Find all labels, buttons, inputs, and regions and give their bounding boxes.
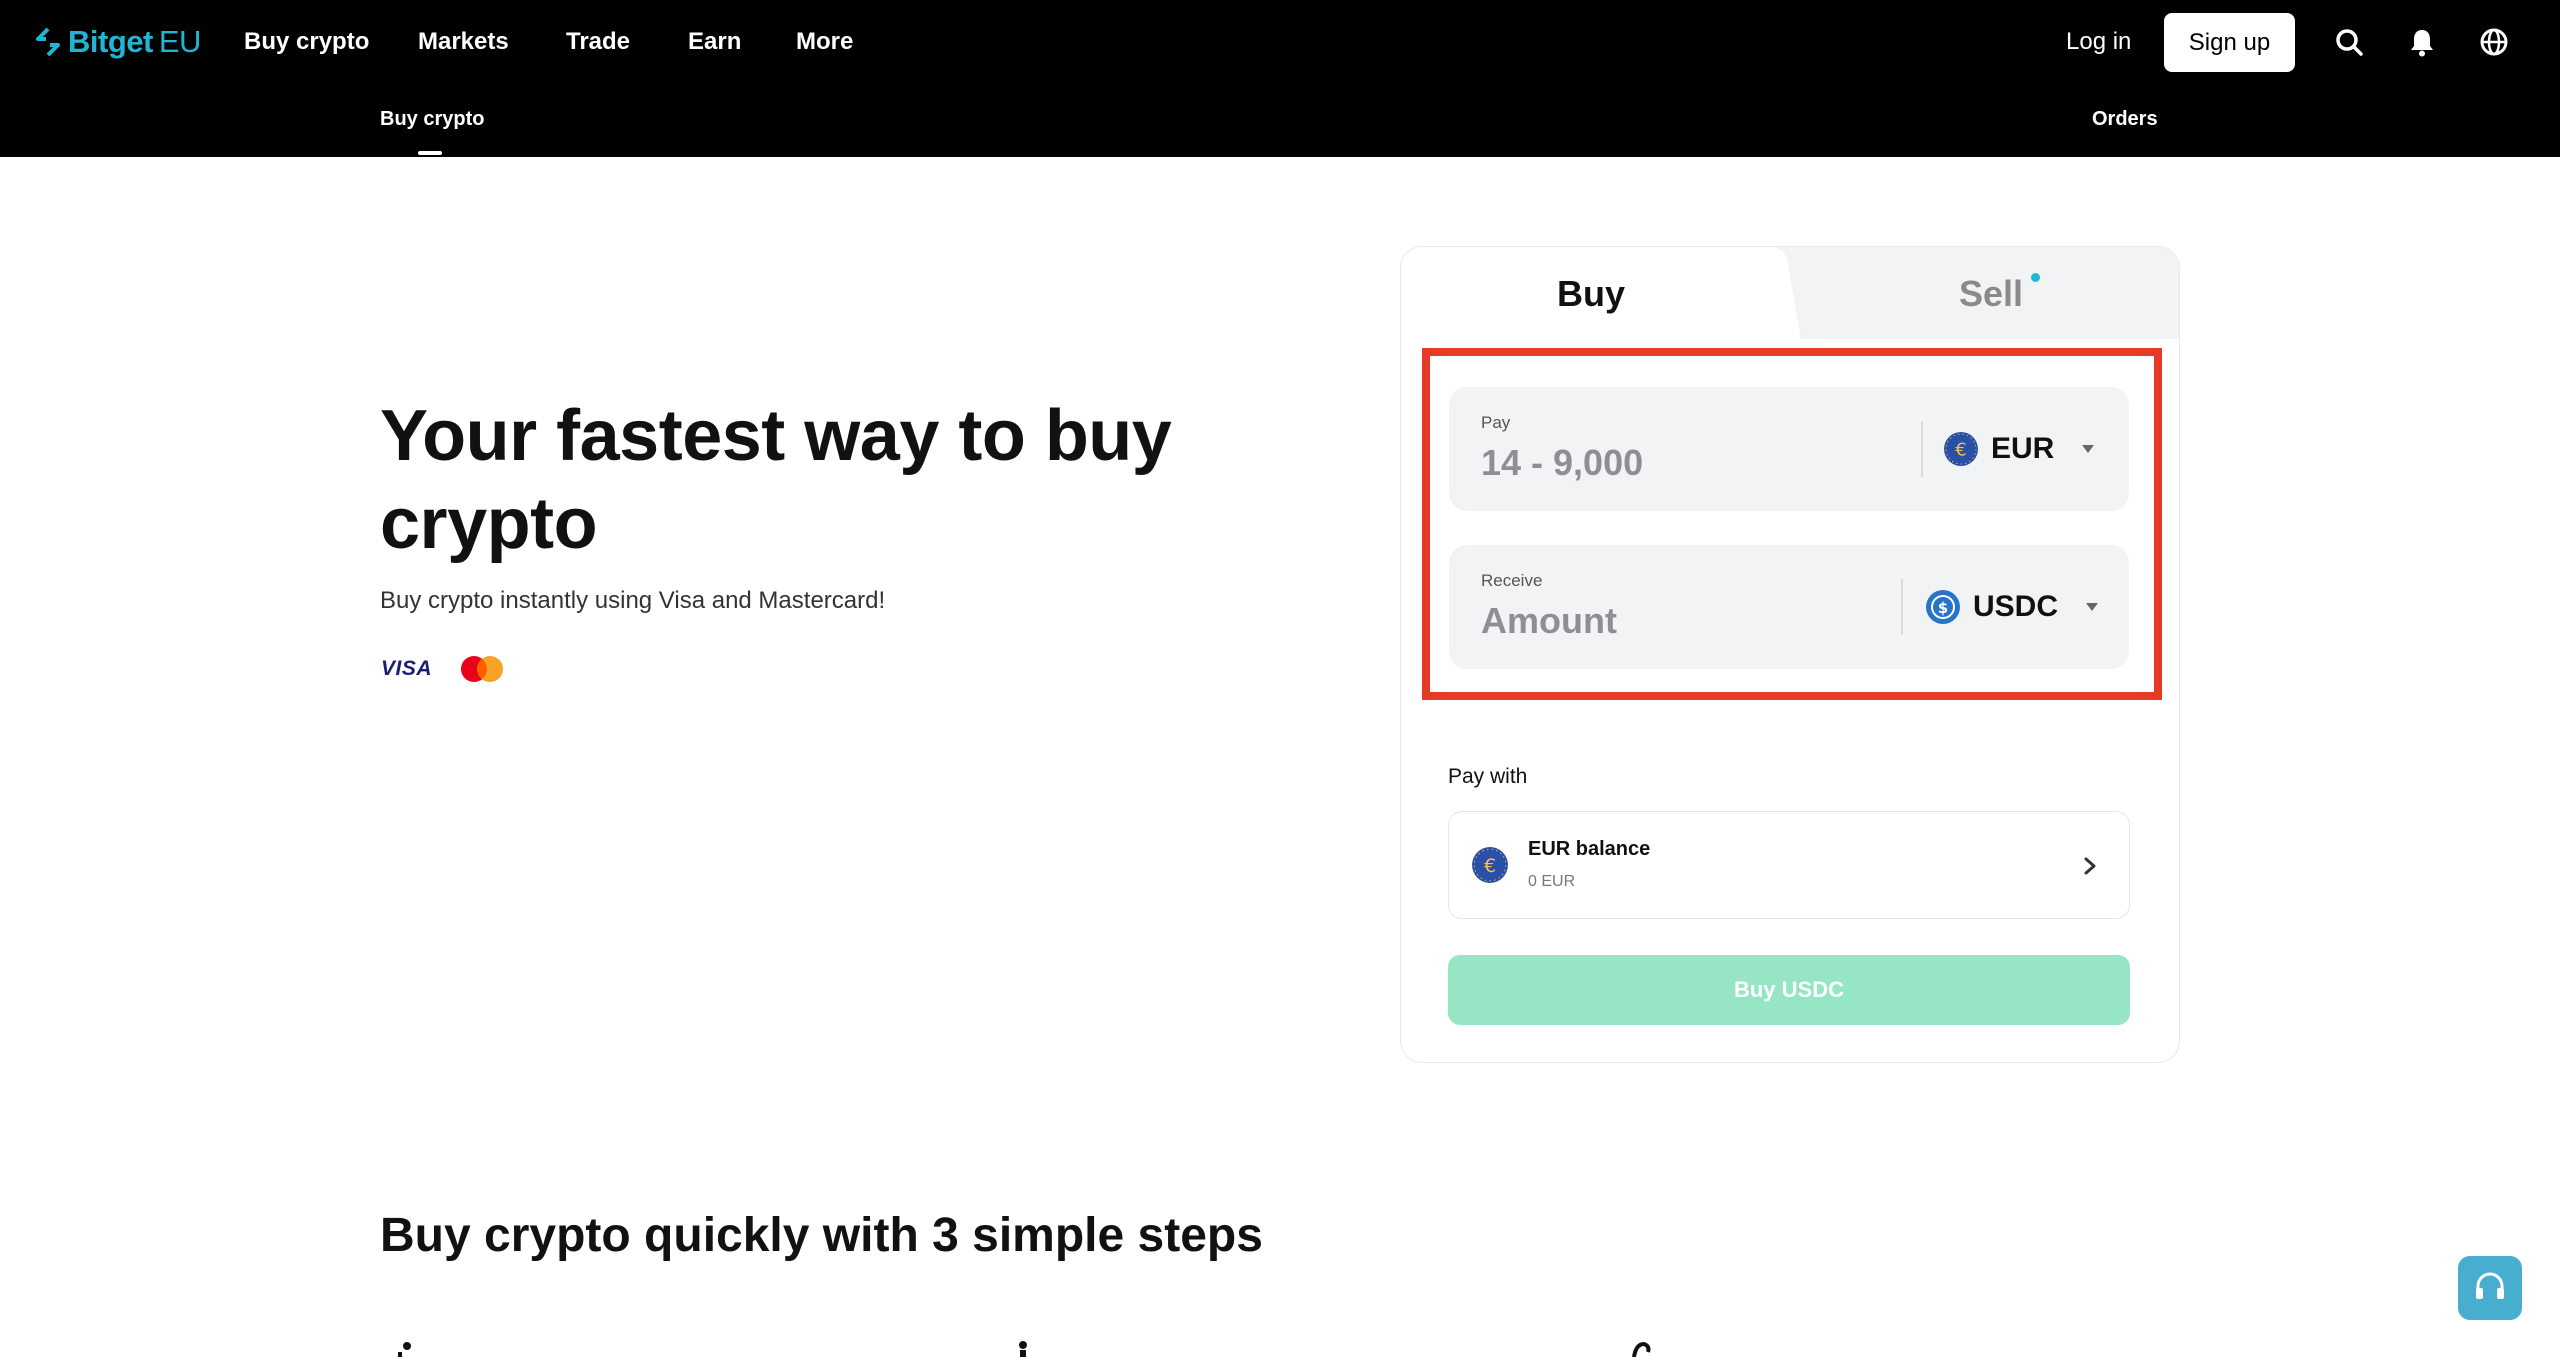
euro-icon: € <box>1472 847 1508 883</box>
tab-sell[interactable]: Sell <box>1801 247 2179 339</box>
pay-label: Pay <box>1481 413 1511 432</box>
customer-support-button[interactable] <box>2458 1256 2522 1320</box>
payment-method-selector[interactable]: € EUR balance 0 EUR <box>1448 811 2130 919</box>
bitget-logo-icon <box>36 27 60 57</box>
step-1-icon <box>398 1342 411 1357</box>
bell-icon[interactable] <box>2406 26 2438 58</box>
euro-icon: € <box>1944 432 1978 466</box>
login-link[interactable]: Log in <box>2066 24 2131 60</box>
subnav-orders-tab[interactable]: Orders <box>2092 108 2158 131</box>
receive-divider <box>1901 579 1903 635</box>
payment-method-name: EUR balance <box>1528 838 1651 860</box>
buy-usdc-button[interactable]: Buy USDC <box>1448 955 2130 1025</box>
headset-icon <box>2476 1272 2504 1299</box>
subnav-buy-crypto-tab[interactable]: Buy crypto <box>380 108 484 131</box>
svg-text:€: € <box>1955 440 1966 461</box>
nav-earn[interactable]: Earn <box>688 24 741 60</box>
receive-currency-selector[interactable]: $ USDC <box>1925 583 2100 631</box>
usdc-icon: $ <box>1926 590 1960 624</box>
chevron-down-icon <box>2086 603 2099 611</box>
steps-section-title: Buy crypto quickly with 3 simple steps <box>380 1209 1263 1262</box>
pay-divider <box>1921 421 1923 477</box>
nav-markets[interactable]: Markets <box>418 24 509 60</box>
receive-currency-label: USDC <box>1973 590 2059 623</box>
top-navigation-bar: Bitget EU Buy crypto Markets Trade Earn M… <box>0 0 2560 157</box>
globe-icon[interactable] <box>2478 26 2510 58</box>
sell-notification-dot <box>2031 273 2040 282</box>
logo-region: EU <box>158 24 202 59</box>
pay-field: Pay € EUR <box>1449 387 2129 511</box>
svg-text:€: € <box>1484 855 1496 877</box>
receive-amount-input[interactable] <box>1481 597 1911 645</box>
svg-text:$: $ <box>1938 599 1948 617</box>
bitget-logo[interactable]: Bitget EU <box>34 22 201 62</box>
pay-with-label: Pay with <box>1448 765 1528 788</box>
page-subtitle: Buy crypto instantly using Visa and Mast… <box>380 587 886 614</box>
receive-label: Receive <box>1481 571 1543 590</box>
pay-currency-label: EUR <box>1991 432 2055 465</box>
pay-currency-selector[interactable]: € EUR <box>1943 425 2096 473</box>
search-icon[interactable] <box>2333 26 2365 58</box>
chevron-right-icon <box>2084 857 2096 875</box>
step-3-icon <box>1632 1341 1651 1357</box>
tab-buy[interactable]: Buy <box>1401 247 1781 339</box>
nav-buy-crypto[interactable]: Buy crypto <box>244 24 369 60</box>
mastercard-logo <box>461 656 503 682</box>
receive-field: Receive $ USDC <box>1449 545 2129 669</box>
nav-more[interactable]: More <box>796 24 853 60</box>
nav-trade[interactable]: Trade <box>566 24 630 60</box>
page-title: Your fastest way to buy crypto <box>380 396 1172 564</box>
payment-method-balance: 0 EUR <box>1528 873 1576 890</box>
logo-text: Bitget <box>68 24 153 59</box>
pay-amount-input[interactable] <box>1481 439 1911 487</box>
chevron-down-icon <box>2082 445 2095 453</box>
step-2-icon <box>1019 1341 1027 1357</box>
visa-logo: VISA <box>381 657 433 680</box>
signup-button[interactable]: Sign up <box>2164 13 2295 72</box>
active-tab-indicator <box>418 151 442 155</box>
